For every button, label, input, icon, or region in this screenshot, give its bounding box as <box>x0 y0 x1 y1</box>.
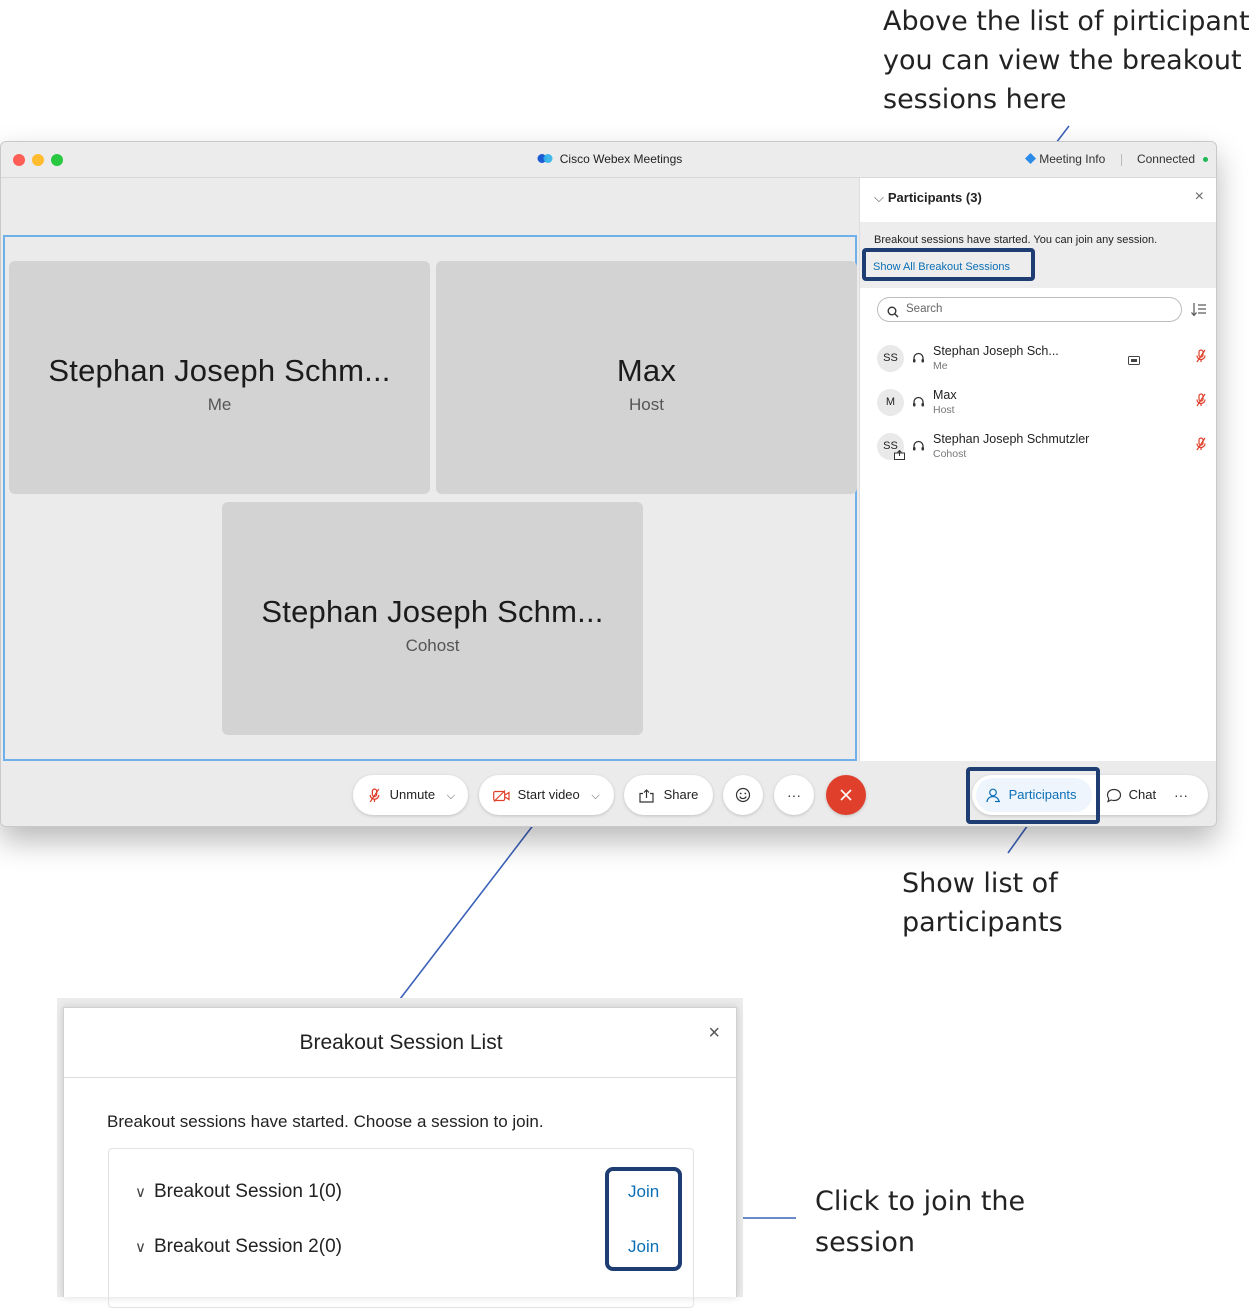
start-video-label: Start video <box>517 787 580 802</box>
chat-icon <box>1106 788 1122 803</box>
video-tile-me[interactable]: Stephan Joseph Schm... Me <box>9 261 430 494</box>
chevron-down-icon: ⌵ <box>874 190 884 205</box>
title-bar-right: Meeting Info Connected <box>1024 152 1208 166</box>
webex-logo-icon <box>537 153 553 167</box>
chevron-down-icon[interactable]: ∨ <box>135 1239 146 1256</box>
participant-name: Stephan Joseph Sch... <box>933 344 1059 358</box>
webex-window: Cisco Webex Meetings Meeting Info Connec… <box>0 141 1217 827</box>
participant-row[interactable]: M Max Host <box>860 385 1216 429</box>
title-bar: Cisco Webex Meetings Meeting Info Connec… <box>1 142 1216 178</box>
annotation-line: Above the list of pirticipants <box>883 6 1250 37</box>
muted-mic-icon[interactable] <box>1196 437 1206 456</box>
sort-icon[interactable] <box>1191 302 1207 322</box>
dialog-message: Breakout sessions have started. Choose a… <box>107 1112 544 1131</box>
participant-role: Me <box>933 360 948 372</box>
chat-label: Chat <box>1128 787 1157 802</box>
share-icon <box>639 788 654 803</box>
start-video-button[interactable]: Start video ⌵ <box>479 775 614 815</box>
highlight-join-buttons <box>605 1167 682 1271</box>
muted-mic-icon[interactable] <box>1196 393 1206 412</box>
chevron-down-icon[interactable]: ⌵ <box>591 790 599 802</box>
close-icon[interactable]: × <box>708 1022 720 1045</box>
annotation-line: you can view the breakout <box>883 45 1242 76</box>
panel-header[interactable]: ⌵ Participants (3) <box>874 190 982 206</box>
participant-row[interactable]: SS Stephan Joseph Sch... Me <box>860 341 1216 385</box>
tile-role: Host <box>629 395 664 414</box>
dialog-title: Breakout Session List <box>299 1031 503 1054</box>
share-label: Share <box>663 787 699 802</box>
participant-role: Host <box>933 404 955 416</box>
annotation-line: participants <box>902 907 1063 938</box>
annotation-line: Click to join the <box>815 1186 1026 1217</box>
muted-mic-icon <box>369 788 380 803</box>
app-title-text: Cisco Webex Meetings <box>559 152 683 166</box>
more-icon: ··· <box>787 787 801 803</box>
annotation-breakout-location: Above the list of pirticipants you can v… <box>883 2 1250 119</box>
session-name: Breakout Session 1(0) <box>153 1181 342 1202</box>
search-icon <box>887 304 899 327</box>
share-icon <box>894 447 905 465</box>
video-off-icon <box>493 789 510 802</box>
avatar: M <box>877 389 904 416</box>
unmute-label: Unmute <box>389 787 436 802</box>
tile-name: Stephan Joseph Schm... <box>261 594 604 629</box>
tile-name: Stephan Joseph Schm... <box>48 353 391 388</box>
meeting-info-link[interactable]: Meeting Info <box>1039 152 1105 166</box>
tile-role: Cohost <box>405 636 460 655</box>
search-placeholder: Search <box>906 303 943 315</box>
highlight-show-all-breakout <box>862 248 1035 281</box>
more-icon: ··· <box>1174 787 1188 803</box>
annotation-show-participants: Show list of participants <box>902 864 1063 942</box>
session-name: Breakout Session 2(0) <box>153 1236 342 1257</box>
annotation-line: session <box>815 1227 915 1258</box>
tile-role: Me <box>207 395 232 414</box>
connection-status: Connected <box>1136 152 1195 166</box>
headset-icon <box>912 439 925 457</box>
avatar: SS <box>877 345 904 372</box>
participant-name: Stephan Joseph Schmutzler <box>933 432 1090 446</box>
session-row[interactable]: ∨ Breakout Session 1(0) <box>135 1181 675 1203</box>
share-button[interactable]: Share <box>624 775 713 815</box>
device-icon <box>1128 353 1140 371</box>
highlight-participants-button <box>966 767 1100 824</box>
panel-title: Participants (3) <box>887 190 982 205</box>
participant-role: Cohost <box>933 448 967 460</box>
breakout-banner-text: Breakout sessions have started. You can … <box>874 234 1158 246</box>
status-dot <box>1203 157 1208 163</box>
annotation-line: Show list of <box>902 868 1058 899</box>
dialog-divider <box>64 1077 738 1078</box>
unmute-button[interactable]: Unmute ⌵ <box>353 775 468 815</box>
chat-button[interactable]: Chat <box>1106 775 1156 815</box>
video-tile-host[interactable]: Max Host <box>436 261 857 494</box>
chevron-down-icon[interactable]: ⌵ <box>447 790 455 802</box>
headset-icon <box>912 395 925 413</box>
annotation-click-to-join: Click to join the session <box>815 1181 1025 1263</box>
annotation-line: sessions here <box>883 84 1067 115</box>
close-icon <box>840 789 852 801</box>
participant-name: Max <box>933 388 957 402</box>
participant-row[interactable]: SS Stephan Joseph Schmutzler Cohost <box>860 429 1216 473</box>
info-icon <box>1024 152 1036 166</box>
video-stage: Stephan Joseph Schm... Me Max Host Steph… <box>3 235 857 761</box>
muted-mic-icon[interactable] <box>1196 349 1206 368</box>
video-tile-cohost[interactable]: Stephan Joseph Schm... Cohost <box>222 502 643 735</box>
more-options-button[interactable]: ··· <box>774 775 814 815</box>
headset-icon <box>912 351 925 369</box>
search-input[interactable]: Search <box>877 297 1182 322</box>
more-panels-button[interactable]: ··· <box>1174 775 1188 815</box>
emoji-icon <box>735 787 751 802</box>
end-call-button[interactable] <box>826 775 866 815</box>
tile-name: Max <box>616 353 677 388</box>
chevron-down-icon[interactable]: ∨ <box>135 1184 146 1201</box>
session-row[interactable]: ∨ Breakout Session 2(0) <box>135 1236 675 1258</box>
close-panel-icon[interactable]: × <box>1195 188 1204 206</box>
reactions-button[interactable] <box>723 775 763 815</box>
